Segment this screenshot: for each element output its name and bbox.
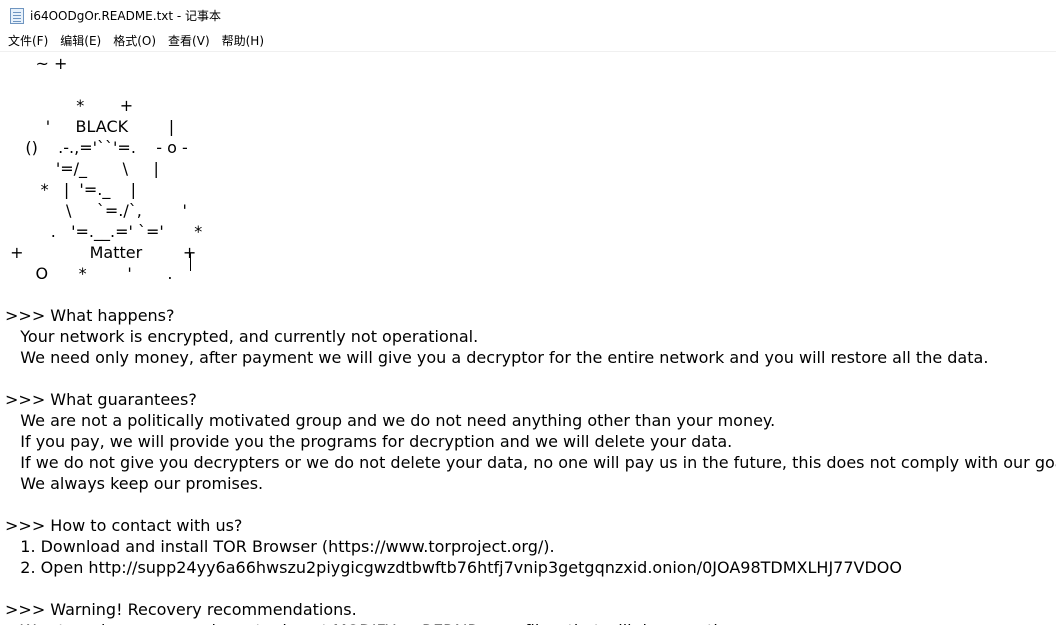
text-editor-area[interactable]: ~ + * + ' BLACK | () .-.,='``'=. - o - '…: [0, 53, 1056, 625]
text-line: If we do not give you decrypters or we d…: [5, 453, 1056, 472]
text-line: ~ +: [5, 54, 68, 73]
text-line: * +: [5, 96, 134, 115]
menu-bar: 文件(F) 编辑(E) 格式(O) 查看(V) 帮助(H): [0, 31, 1056, 52]
text-line: O * ' .: [5, 264, 173, 283]
text-line: We strongly recommend you to do not MODI…: [5, 620, 754, 625]
text-line: ' BLACK |: [5, 117, 175, 136]
menu-edit[interactable]: 编辑(E): [54, 31, 107, 52]
text-line: We always keep our promises.: [5, 474, 264, 493]
menu-help[interactable]: 帮助(H): [216, 31, 270, 52]
text-line: If you pay, we will provide you the prog…: [5, 432, 733, 451]
text-line: * | '=._ |: [5, 180, 137, 199]
text-line: . '=.__.=' `=' *: [5, 222, 203, 241]
text-line: + Matter +: [5, 243, 197, 262]
window-title: i64OODgOr.README.txt - 记事本: [30, 9, 222, 23]
text-line: () .-.,='``'=. - o -: [5, 138, 188, 157]
menu-view[interactable]: 查看(V): [162, 31, 216, 52]
menu-file[interactable]: 文件(F): [2, 31, 54, 52]
text-line: >>> How to contact with us?: [5, 516, 243, 535]
text-line: >>> What happens?: [5, 306, 175, 325]
text-line: \ `=./`, ': [5, 201, 187, 220]
text-line: >>> Warning! Recovery recommendations.: [5, 600, 357, 619]
text-line: 2. Open http://supp24yy6a66hwszu2piygicg…: [5, 558, 902, 577]
title-bar: i64OODgOr.README.txt - 记事本: [0, 0, 1056, 31]
text-line: 1. Download and install TOR Browser (htt…: [5, 537, 555, 556]
menu-format[interactable]: 格式(O): [107, 31, 162, 52]
notepad-icon: [10, 7, 24, 24]
text-line: We are not a politically motivated group…: [5, 411, 776, 430]
text-line: We need only money, after payment we wil…: [5, 348, 989, 367]
text-line: '=/_ \ |: [5, 159, 159, 178]
text-line: Your network is encrypted, and currently…: [5, 327, 479, 346]
text-line: >>> What guarantees?: [5, 390, 197, 409]
